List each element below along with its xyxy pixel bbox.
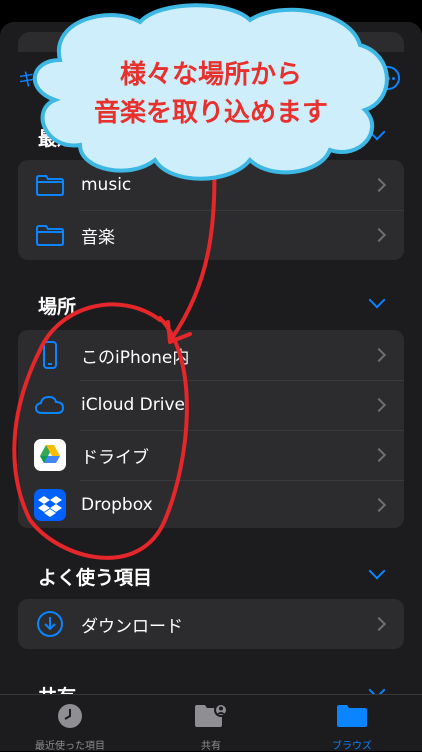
annotation-line-2: 音楽を取り込めます — [93, 98, 328, 128]
list-item-label: ドライブ — [81, 447, 149, 468]
tab-recents[interactable]: 最近使った項目 — [5, 703, 135, 752]
list-item-icloud-drive[interactable]: iCloud Drive — [18, 380, 404, 430]
list-item-downloads[interactable]: ダウンロード — [18, 599, 404, 649]
clock-icon — [58, 704, 82, 728]
list-item-label: Dropbox — [81, 495, 153, 515]
list-item-label: music — [81, 175, 132, 195]
list-item-label: 音楽 — [81, 227, 115, 248]
list-item-label: このiPhone内 — [81, 347, 190, 368]
recent-list: music 音楽 — [18, 160, 404, 260]
chevron-right-icon — [371, 227, 387, 243]
chevron-right-icon — [371, 177, 387, 193]
places-list: このiPhone内 iCloud Drive ドライブ Dropbox — [18, 330, 404, 528]
list-item-music[interactable]: music — [18, 160, 404, 210]
stacked-sheet-edge — [18, 32, 404, 52]
shared-folder-icon — [195, 703, 228, 727]
tab-shared[interactable]: 共有 — [146, 703, 276, 752]
chevron-right-icon — [371, 347, 387, 363]
iphone-icon — [34, 341, 66, 369]
chevron-right-icon — [371, 616, 387, 632]
list-item-dropbox[interactable]: Dropbox — [18, 480, 404, 528]
download-icon — [34, 610, 66, 638]
list-item-google-drive[interactable]: ドライブ — [18, 430, 404, 480]
icloud-icon — [34, 391, 66, 419]
folder-icon — [337, 705, 367, 727]
annotation-line-1: 様々な場所から — [119, 60, 302, 90]
chevron-right-icon — [371, 397, 387, 413]
section-header-favorites: よく使う項目 — [38, 567, 153, 589]
section-header-places: 場所 — [38, 296, 77, 318]
list-item-label: ダウンロード — [81, 616, 183, 637]
folder-icon — [34, 221, 66, 249]
chevron-right-icon — [371, 447, 387, 463]
list-item-ongaku[interactable]: 音楽 — [18, 210, 404, 260]
chevron-right-icon — [371, 497, 387, 513]
tab-bar: 最近使った項目 共有 ブラウズ — [0, 694, 422, 752]
google-drive-icon — [34, 439, 66, 471]
tab-browse[interactable]: ブラウズ — [287, 703, 417, 752]
list-item-label: iCloud Drive — [81, 395, 186, 415]
folder-icon — [34, 171, 66, 199]
dropbox-icon — [34, 489, 66, 521]
favorites-list: ダウンロード — [18, 599, 404, 649]
list-item-on-my-iphone[interactable]: このiPhone内 — [18, 330, 404, 380]
